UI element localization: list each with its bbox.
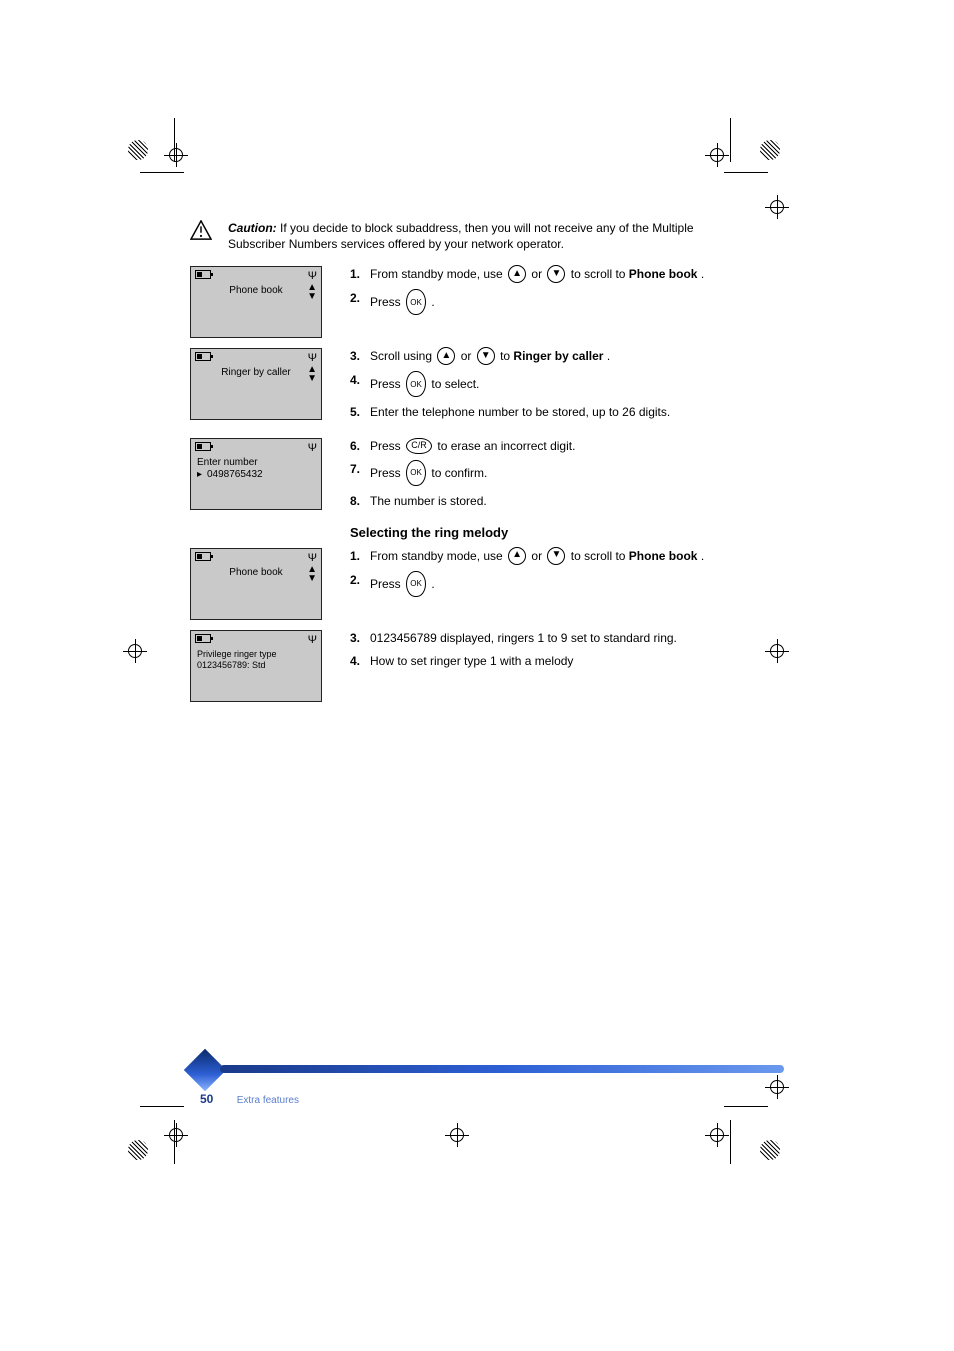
crosshair-icon: [710, 1128, 724, 1142]
section-label: Extra features: [237, 1095, 299, 1106]
reg-mark-bottom-left: [128, 1140, 148, 1160]
down-button-icon: ▼: [547, 265, 565, 283]
caution-body: If you decide to block subaddress, then …: [228, 221, 694, 251]
lcd-line-2: 0123456789: Std: [197, 660, 315, 671]
lcd-text: Ringer by caller: [221, 367, 290, 378]
section-heading: Selecting the ring melody: [350, 525, 750, 540]
ok-button-icon: OK: [406, 371, 426, 397]
cursor-icon: ▸: [197, 469, 202, 482]
reg-mark-bottom-right: [760, 1140, 780, 1160]
battery-icon: [195, 442, 211, 451]
step-4: 4. Press OK to select.: [350, 372, 750, 398]
step-b2: 2. Press OK .: [350, 572, 750, 598]
up-button-icon: ▲: [437, 347, 455, 365]
footer-rule: [220, 1065, 784, 1073]
crosshair-icon: [770, 644, 784, 658]
crosshair-icon: [450, 1128, 464, 1142]
ok-button-icon: OK: [406, 289, 426, 315]
crosshair-icon: [169, 1128, 183, 1142]
step-row-2: Ψ ▲▼ Ringer by caller 3. Scroll using ▲ …: [190, 348, 750, 421]
lcd-screen-2: Ψ ▲▼ Ringer by caller: [190, 348, 322, 420]
step-b4: 4. How to set ringer type 1 with a melod…: [350, 653, 750, 670]
down-button-icon: ▼: [477, 347, 495, 365]
up-button-icon: ▲: [508, 265, 526, 283]
step-1: 1. From standby mode, use ▲ or ▼ to scro…: [350, 266, 750, 284]
clear-button-icon: C/R: [406, 438, 432, 454]
step-b1: 1. From standby mode, use ▲ or ▼ to scro…: [350, 548, 750, 566]
footer-bar: [190, 1065, 784, 1095]
reg-mark-mid-left: [128, 644, 142, 658]
shade-dot-icon: [128, 1140, 148, 1160]
crosshair-icon: [770, 200, 784, 214]
signal-icon: Ψ: [308, 634, 317, 648]
step-row-5: Ψ Privilege ringer type 0123456789: Std …: [190, 630, 750, 702]
warning-icon: [190, 220, 212, 240]
ok-button-icon: OK: [406, 460, 426, 486]
step-row-4: Ψ ▲▼ Phone book 1. From standby mode, us…: [190, 548, 750, 620]
reg-mark-top-right: [760, 140, 780, 160]
step-7: 7. Press OK to confirm.: [350, 461, 750, 487]
step-row-3: Ψ Enter number ▸ 0498765432 6. Press C/R …: [190, 438, 750, 511]
step-b3: 3. 0123456789 displayed, ringers 1 to 9 …: [350, 630, 750, 647]
step-8: 8. The number is stored.: [350, 493, 750, 510]
caution-text: Caution: If you decide to block subaddre…: [228, 220, 750, 252]
battery-icon: [195, 270, 211, 279]
battery-icon: [195, 352, 211, 361]
signal-icon: Ψ: [308, 442, 317, 456]
reg-mark-top-right-3: [770, 200, 784, 214]
lcd-screen-5: Ψ Privilege ringer type 0123456789: Std: [190, 630, 322, 702]
shade-dot-icon: [760, 140, 780, 160]
lcd-line-1: Enter number: [197, 457, 315, 470]
battery-icon: [195, 634, 211, 643]
lcd-screen-3: Ψ Enter number ▸ 0498765432: [190, 438, 322, 510]
crosshair-icon: [128, 644, 142, 658]
battery-icon: [195, 552, 211, 561]
up-button-icon: ▲: [508, 547, 526, 565]
crosshair-icon: [710, 148, 724, 162]
lcd-screen-4: Ψ ▲▼ Phone book: [190, 548, 322, 620]
reg-mark-bottom-left-2: [169, 1128, 183, 1142]
page-footer: 50 Extra features: [200, 1092, 299, 1106]
reg-mark-bottom-center: [450, 1128, 464, 1142]
step-3: 3. Scroll using ▲ or ▼ to Ringer by call…: [350, 348, 750, 366]
lcd-text: Phone book: [229, 285, 282, 296]
reg-mark-mid-right: [770, 644, 784, 658]
caution-block: Caution: If you decide to block subaddre…: [190, 220, 750, 252]
step-row-1: Ψ ▲▼ Phone book 1. From standby mode, us…: [190, 266, 750, 338]
reg-mark-top-right-2: [710, 148, 724, 162]
caution-label: Caution:: [228, 221, 277, 235]
step-6: 6. Press C/R to erase an incorrect digit…: [350, 438, 750, 455]
page-number: 50: [200, 1092, 213, 1106]
lcd-line-2: 0498765432: [207, 469, 263, 480]
shade-dot-icon: [760, 1140, 780, 1160]
ok-button-icon: OK: [406, 571, 426, 597]
reg-mark-top-left: [128, 140, 148, 160]
lcd-line-1: Privilege ringer type: [197, 649, 315, 660]
step-5: 5. Enter the telephone number to be stor…: [350, 404, 750, 421]
step-2: 2. Press OK .: [350, 290, 750, 316]
reg-mark-top-left-2: [169, 148, 183, 162]
lcd-screen-1: Ψ ▲▼ Phone book: [190, 266, 322, 338]
shade-dot-icon: [128, 140, 148, 160]
page-content: Caution: If you decide to block subaddre…: [190, 220, 750, 712]
down-button-icon: ▼: [547, 547, 565, 565]
crosshair-icon: [169, 148, 183, 162]
reg-mark-bottom-right-3: [710, 1128, 724, 1142]
lcd-text: Phone book: [229, 567, 282, 578]
